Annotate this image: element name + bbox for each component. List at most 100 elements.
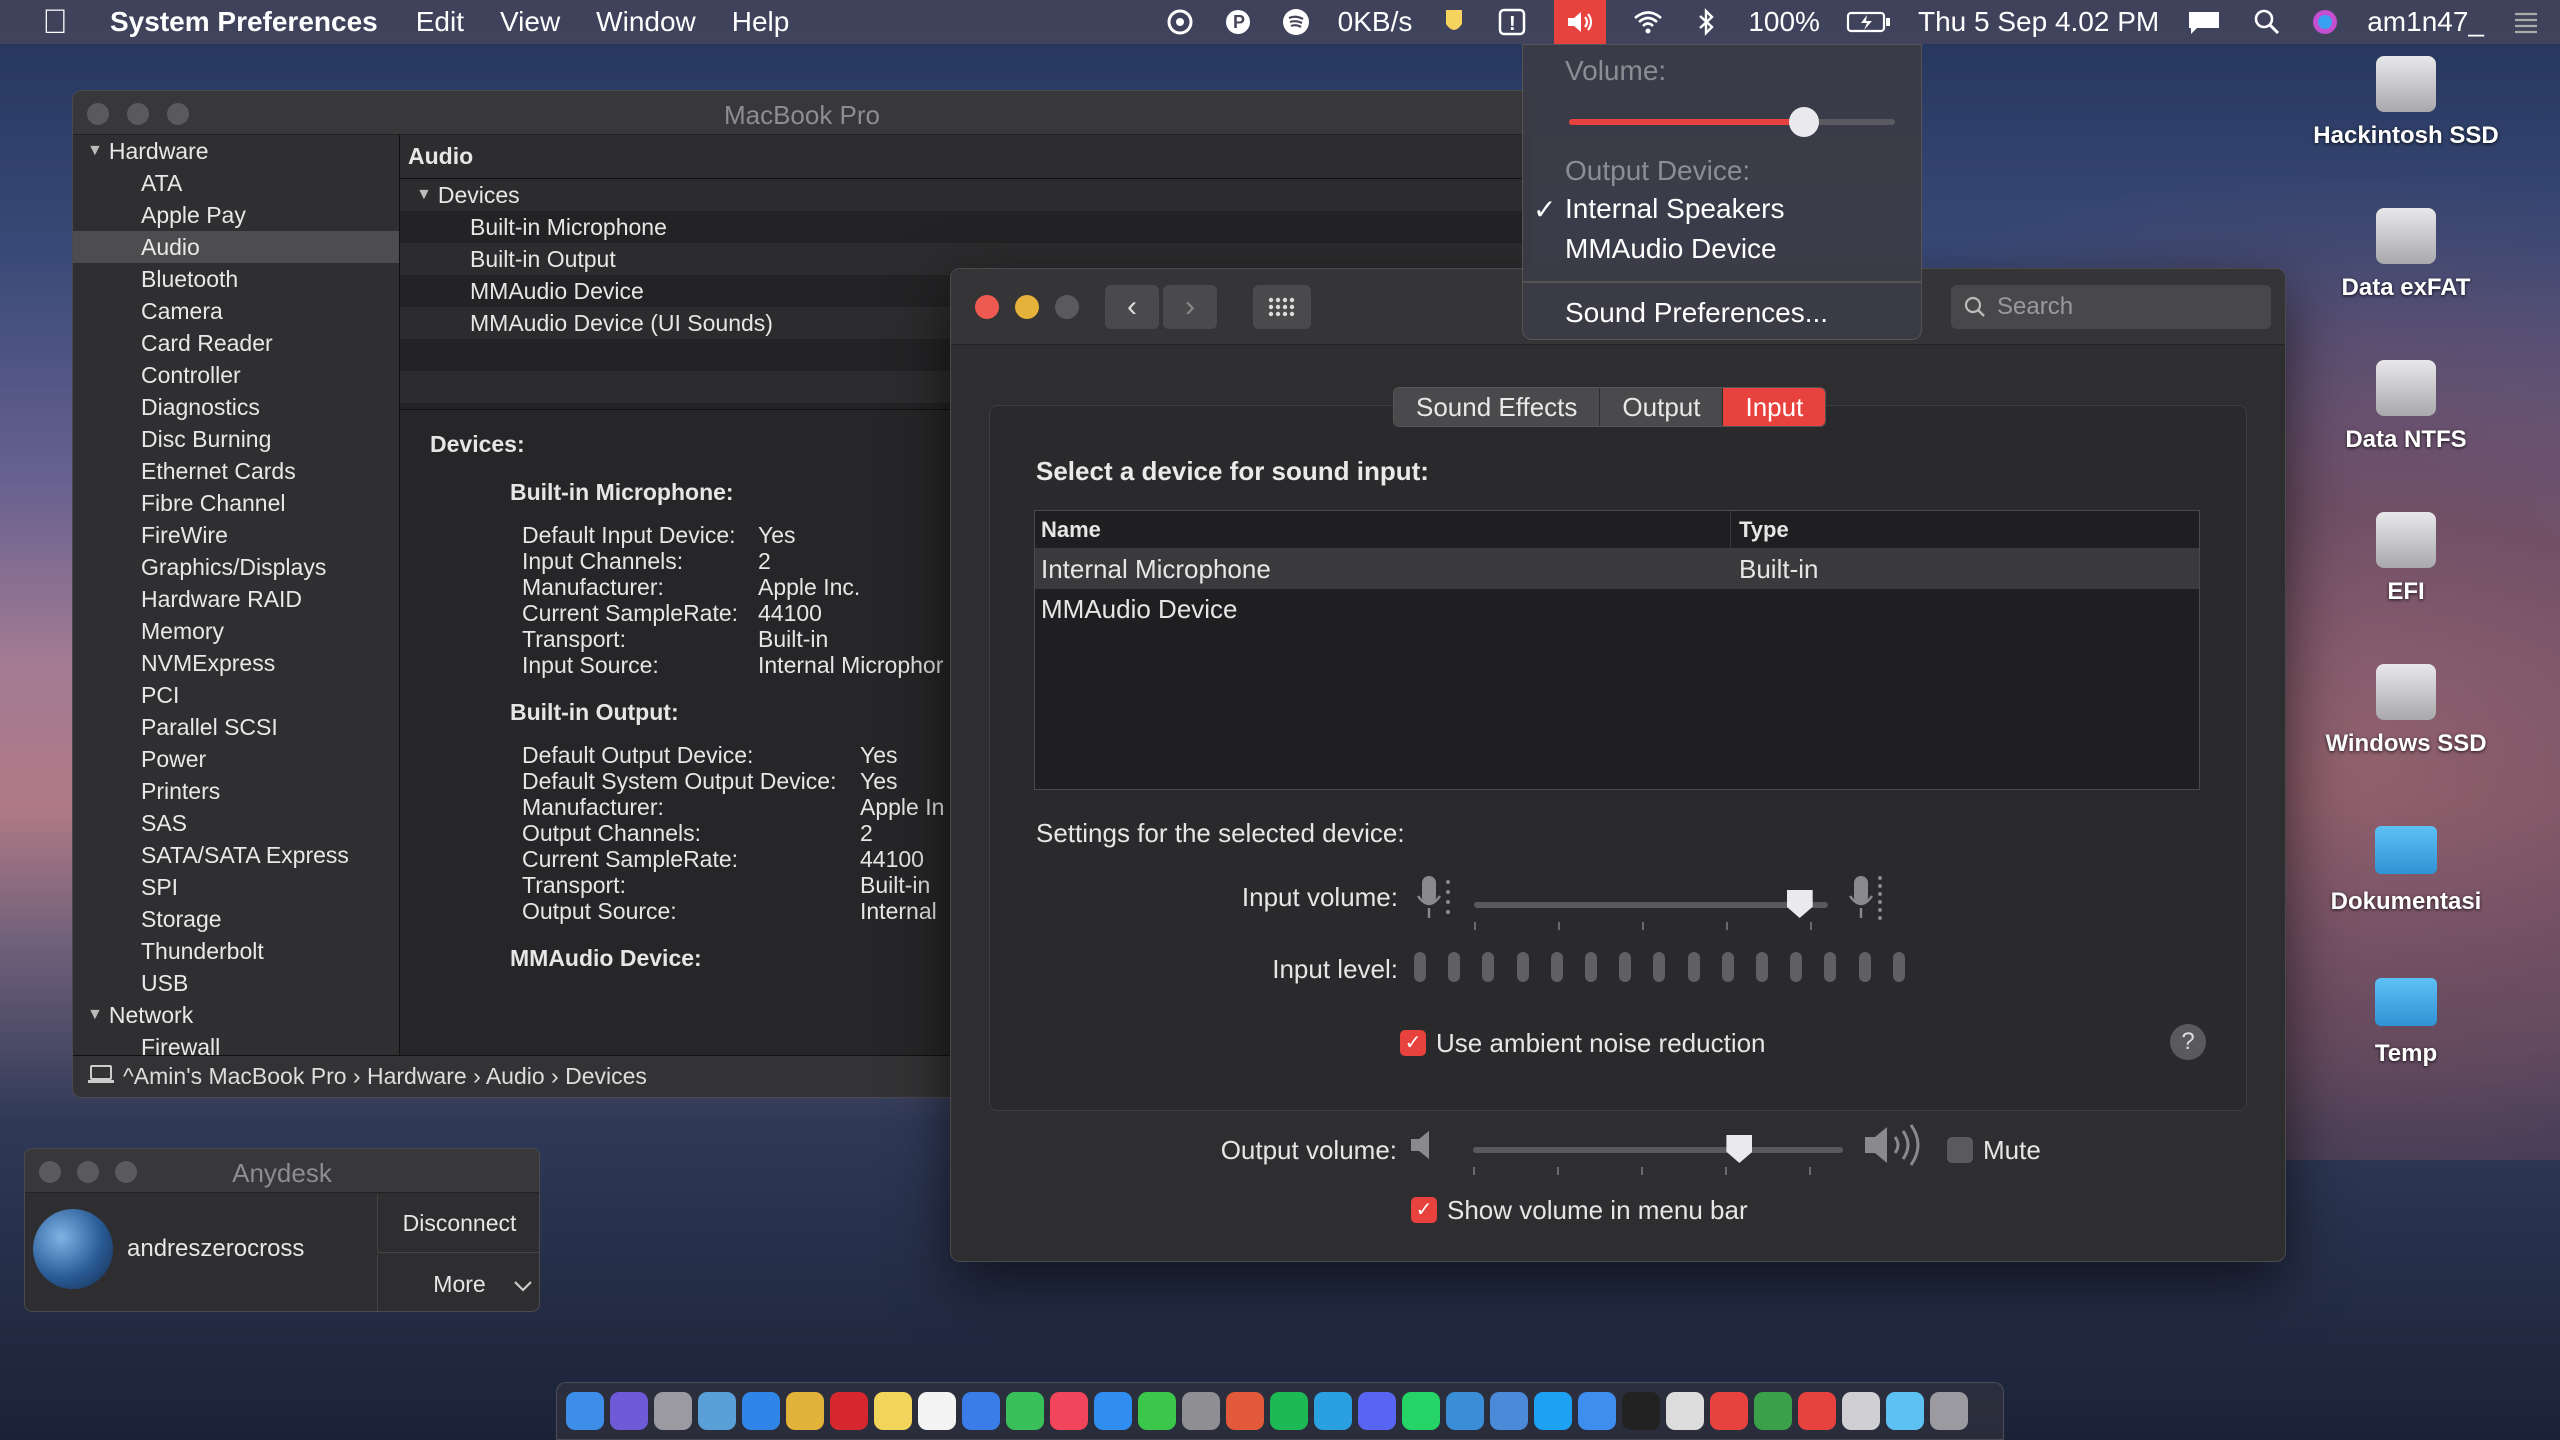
- discord-icon[interactable]: [1358, 1392, 1396, 1430]
- reminders-icon[interactable]: [918, 1392, 956, 1430]
- airmail-icon[interactable]: [1226, 1392, 1264, 1430]
- finder-icon[interactable]: [566, 1392, 604, 1430]
- app-store-icon[interactable]: [1094, 1392, 1132, 1430]
- column-header[interactable]: Audio: [400, 135, 1531, 179]
- menu-view[interactable]: View: [500, 6, 560, 38]
- disconnect-button[interactable]: Disconnect: [377, 1195, 539, 1253]
- desktop-icon-dokumentasi[interactable]: Dokumentasi: [2300, 826, 2512, 916]
- sidebar-group-network[interactable]: ▼ Network: [73, 999, 399, 1031]
- menu-help[interactable]: Help: [732, 6, 790, 38]
- desktop-icon-data-exfat[interactable]: Data exFAT: [2300, 208, 2512, 302]
- zoom-button[interactable]: [1055, 295, 1079, 319]
- shield-icon[interactable]: [1438, 6, 1470, 38]
- input-volume-knob[interactable]: [1786, 890, 1813, 918]
- output-volume-knob[interactable]: [1726, 1135, 1753, 1163]
- sidebar-item-firewall[interactable]: Firewall: [73, 1031, 399, 1058]
- sidebar-item-sata[interactable]: SATA/SATA Express: [73, 839, 399, 871]
- sidebar-item-spi[interactable]: SPI: [73, 871, 399, 903]
- minimize-button[interactable]: [1015, 295, 1039, 319]
- wifi-icon[interactable]: [1632, 6, 1664, 38]
- menu-window[interactable]: Window: [596, 6, 696, 38]
- bbedit-icon[interactable]: [1666, 1392, 1704, 1430]
- xcode-icon[interactable]: [1578, 1392, 1616, 1430]
- battery-percent[interactable]: 100%: [1748, 6, 1820, 38]
- tab-input[interactable]: Input: [1723, 388, 1826, 426]
- sidebar-item-hardware-raid[interactable]: Hardware RAID: [73, 583, 399, 615]
- spotify-menu-icon[interactable]: [1280, 6, 1312, 38]
- menu-edit[interactable]: Edit: [416, 6, 464, 38]
- bluetooth-icon[interactable]: [1690, 6, 1722, 38]
- menu-item-internal-speakers[interactable]: Internal Speakers: [1565, 193, 1784, 225]
- tree-row[interactable]: Built-in Microphone: [400, 211, 1531, 243]
- sidebar-item-pci[interactable]: PCI: [73, 679, 399, 711]
- search-field[interactable]: Search: [1951, 285, 2271, 329]
- system-preferences-icon[interactable]: [1182, 1392, 1220, 1430]
- breadcrumb-path[interactable]: ^Amin's MacBook Pro › Hardware › Audio ›…: [123, 1063, 647, 1090]
- facetime-icon[interactable]: [1006, 1392, 1044, 1430]
- trash-icon[interactable]: [1930, 1392, 1968, 1430]
- sidebar-item-parallel-scsi[interactable]: Parallel SCSI: [73, 711, 399, 743]
- disclosure-triangle-icon[interactable]: ▼: [87, 142, 103, 160]
- folder-icon[interactable]: [1886, 1392, 1924, 1430]
- sidebar-item-audio[interactable]: Audio: [73, 231, 399, 263]
- sidebar-item-graphics-displays[interactable]: Graphics/Displays: [73, 551, 399, 583]
- sidebar-item-ata[interactable]: ATA: [73, 167, 399, 199]
- table-row[interactable]: Internal Microphone Built-in: [1035, 549, 2199, 589]
- sidebar-item-memory[interactable]: Memory: [73, 615, 399, 647]
- sidebar-item-controller[interactable]: Controller: [73, 359, 399, 391]
- apple-icon[interactable]: : [0, 3, 110, 42]
- mute-checkbox[interactable]: [1947, 1137, 1973, 1163]
- user-name[interactable]: am1n47_: [2367, 6, 2484, 38]
- sidebar-item-fibre-channel[interactable]: Fibre Channel: [73, 487, 399, 519]
- chrome-icon[interactable]: [786, 1392, 824, 1430]
- globe-icon[interactable]: [1754, 1392, 1792, 1430]
- tab-output[interactable]: Output: [1600, 388, 1724, 426]
- sidebar-item-firewire[interactable]: FireWire: [73, 519, 399, 551]
- siri-icon[interactable]: [610, 1392, 648, 1430]
- disclosure-triangle-icon[interactable]: ▼: [416, 186, 432, 204]
- notes-icon[interactable]: [874, 1392, 912, 1430]
- sidebar-item-usb[interactable]: USB: [73, 967, 399, 999]
- line-icon[interactable]: [1138, 1392, 1176, 1430]
- close-button[interactable]: [975, 295, 999, 319]
- safari-icon[interactable]: [742, 1392, 780, 1430]
- noise-reduction-checkbox[interactable]: ✓: [1400, 1030, 1426, 1056]
- column-header-name[interactable]: Name: [1035, 511, 1731, 548]
- mute-label[interactable]: Mute: [1983, 1135, 2041, 1166]
- whatsapp-icon[interactable]: [1402, 1392, 1440, 1430]
- noise-reduction-label[interactable]: Use ambient noise reduction: [1436, 1028, 1766, 1059]
- tweetbot-icon[interactable]: [1446, 1392, 1484, 1430]
- sidebar-item-nvmexpress[interactable]: NVMExpress: [73, 647, 399, 679]
- script-editor-icon[interactable]: [1842, 1392, 1880, 1430]
- desktop-icon-hackintosh-ssd[interactable]: Hackintosh SSD: [2300, 56, 2512, 150]
- anydesk2-icon[interactable]: [1798, 1392, 1836, 1430]
- p-icon[interactable]: P: [1222, 6, 1254, 38]
- desktop-icon-windows-ssd[interactable]: Windows SSD: [2300, 664, 2512, 758]
- sidebar-item-printers[interactable]: Printers: [73, 775, 399, 807]
- tab-sound-effects[interactable]: Sound Effects: [1394, 388, 1601, 426]
- show-volume-checkbox[interactable]: ✓: [1411, 1197, 1437, 1223]
- list-icon[interactable]: [2510, 6, 2542, 38]
- battery-icon[interactable]: [1846, 6, 1892, 38]
- search-icon[interactable]: [2251, 6, 2283, 38]
- more-button[interactable]: More: [377, 1255, 539, 1311]
- help-button[interactable]: ?: [2170, 1024, 2206, 1060]
- anydesk-icon[interactable]: [1710, 1392, 1748, 1430]
- istat-icon[interactable]: [1164, 6, 1196, 38]
- spotify-icon[interactable]: [1270, 1392, 1308, 1430]
- back-button[interactable]: ‹: [1105, 285, 1159, 329]
- alert-icon[interactable]: !: [1496, 6, 1528, 38]
- twitter-icon[interactable]: [1534, 1392, 1572, 1430]
- messages-icon[interactable]: [962, 1392, 1000, 1430]
- table-row[interactable]: MMAudio Device: [1035, 589, 2199, 629]
- preview-icon[interactable]: [698, 1392, 736, 1430]
- notification-icon[interactable]: [2185, 6, 2225, 38]
- sidebar-item-apple-pay[interactable]: Apple Pay: [73, 199, 399, 231]
- sidebar-item-storage[interactable]: Storage: [73, 903, 399, 935]
- sidebar-item-ethernet-cards[interactable]: Ethernet Cards: [73, 455, 399, 487]
- show-volume-label[interactable]: Show volume in menu bar: [1447, 1195, 1748, 1226]
- sidebar-item-disc-burning[interactable]: Disc Burning: [73, 423, 399, 455]
- siri-icon[interactable]: [2309, 6, 2341, 38]
- desktop-icon-data-ntfs[interactable]: Data NTFS: [2300, 360, 2512, 454]
- sidebar-item-power[interactable]: Power: [73, 743, 399, 775]
